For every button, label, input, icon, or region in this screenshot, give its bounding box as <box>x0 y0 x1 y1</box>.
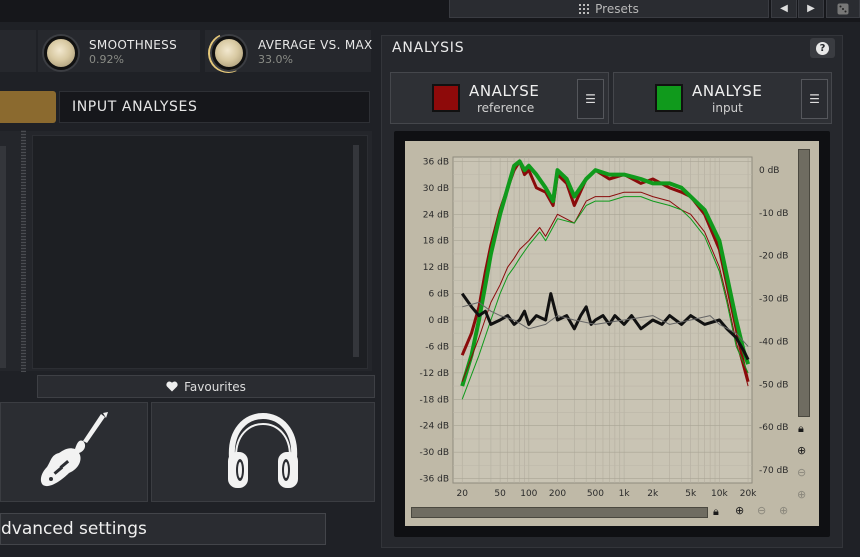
range-slider[interactable] <box>798 149 810 417</box>
menu-icon: ☰ <box>585 92 596 106</box>
smoothness-label: SMOOTHNESS <box>89 38 178 52</box>
average-vs-max-label: AVERAGE VS. MAX <box>258 38 373 52</box>
electric-guitar-icon <box>40 412 108 487</box>
zoom-reset-icon[interactable]: ⊕ <box>779 504 788 517</box>
presets-button[interactable]: Presets <box>449 0 769 18</box>
headphones-tile[interactable] <box>151 402 375 502</box>
input-analyses-list[interactable] <box>32 135 368 369</box>
y-tick-label-left: -18 dB <box>420 395 449 405</box>
zoom-reset-icon[interactable]: ⊕ <box>797 488 806 501</box>
x-tick-label: 1k <box>619 489 631 499</box>
y-tick-label-left: 18 dB <box>423 237 449 247</box>
average-vs-max-value: 33.0% <box>258 53 293 66</box>
y-tick-label-left: 6 dB <box>429 290 449 300</box>
x-tick-label: 20 <box>457 489 469 499</box>
analyse-input-title: ANALYSE <box>692 82 763 100</box>
smoothness-value: 0.92% <box>89 53 124 66</box>
zoom-in-icon[interactable]: ⊕ <box>797 444 806 457</box>
prev-preset-button[interactable]: ◀ <box>771 0 797 18</box>
y-tick-label-right: -20 dB <box>759 252 788 262</box>
input-color-swatch <box>655 84 683 112</box>
y-tick-label-left: 0 dB <box>429 316 449 326</box>
input-analyses-tab[interactable]: INPUT ANALYSES <box>59 91 370 123</box>
y-tick-label-left: -12 dB <box>420 369 449 379</box>
favourites-label: Favourites <box>184 379 246 394</box>
reference-color-swatch <box>432 84 460 112</box>
smoothness-knob[interactable] <box>44 36 78 70</box>
analyse-reference-sub: reference <box>477 101 535 115</box>
zoom-in-icon[interactable]: ⊕ <box>735 504 744 517</box>
analyse-reference-title: ANALYSE <box>469 82 540 100</box>
presets-grid-icon <box>579 3 590 14</box>
x-tick-label: 500 <box>587 489 604 499</box>
next-preset-button[interactable]: ▶ <box>798 0 824 18</box>
lock-icon[interactable]: 🔒︎ <box>798 422 804 436</box>
analysis-title: ANALYSIS <box>392 40 465 56</box>
y-tick-label-left: -30 dB <box>420 448 449 458</box>
y-tick-label-left: -24 dB <box>420 422 449 432</box>
guitar-tile[interactable] <box>0 402 148 502</box>
analyse-reference-button[interactable]: ANALYSE reference ☰ <box>390 72 609 124</box>
spectrum-chart[interactable]: 36 dB 30 dB 24 dB 18 dB 12 dB 6 dB 0 dB -6 dB -1… <box>405 141 819 526</box>
advanced-settings-button[interactable]: dvanced settings <box>0 513 326 545</box>
zoom-out-icon[interactable]: ⊖ <box>797 466 806 479</box>
average-vs-max-knob[interactable] <box>212 36 246 70</box>
headphones-icon <box>228 412 298 488</box>
menu-icon: ☰ <box>809 92 820 106</box>
y-tick-label-right: -10 dB <box>759 209 788 219</box>
chevron-left-icon: ◀ <box>780 3 788 14</box>
presets-label: Presets <box>595 1 639 16</box>
y-tick-label-left: 12 dB <box>423 263 449 273</box>
help-icon: ? <box>816 41 829 55</box>
chevron-right-icon: ▶ <box>807 3 815 14</box>
zoom-out-icon[interactable]: ⊖ <box>757 504 766 517</box>
heart-icon <box>166 381 178 392</box>
input-menu-button[interactable]: ☰ <box>801 79 828 119</box>
randomize-button[interactable] <box>826 0 860 18</box>
analyse-input-button[interactable]: ANALYSE input ☰ <box>613 72 832 124</box>
x-tick-label: 50 <box>494 489 506 499</box>
x-tick-label: 5k <box>685 489 697 499</box>
lock-icon[interactable]: 🔒︎ <box>713 505 719 519</box>
splitter-grip[interactable] <box>21 130 26 372</box>
input-analyses-label: INPUT ANALYSES <box>72 99 198 115</box>
active-tab[interactable] <box>0 91 56 123</box>
y-tick-label-right: -40 dB <box>759 337 788 347</box>
y-tick-label-left: 24 dB <box>423 210 449 220</box>
frequency-range-slider[interactable] <box>411 507 708 518</box>
y-tick-label-right: 0 dB <box>759 166 779 176</box>
y-tick-label-left: 36 dB <box>423 157 449 167</box>
x-tick-label: 10k <box>711 489 728 499</box>
favourites-button[interactable]: Favourites <box>37 375 375 398</box>
y-tick-label-right: -60 dB <box>759 423 788 433</box>
help-button[interactable]: ? <box>810 38 835 58</box>
y-tick-label-left: -6 dB <box>425 342 449 352</box>
y-tick-label-left: -36 dB <box>420 475 449 485</box>
list-scrollbar[interactable] <box>353 145 359 357</box>
y-tick-label-left: 30 dB <box>423 184 449 194</box>
knob-panel-left-edge <box>0 30 36 72</box>
reference-menu-button[interactable]: ☰ <box>577 79 604 119</box>
x-tick-label: 20k <box>740 489 757 499</box>
advanced-settings-label: dvanced settings <box>1 519 147 539</box>
y-tick-label-right: -30 dB <box>759 295 788 305</box>
dice-icon <box>837 3 849 14</box>
x-tick-label: 100 <box>520 489 537 499</box>
x-tick-label: 200 <box>549 489 566 499</box>
left-scrollbar[interactable] <box>0 146 6 368</box>
analyse-input-sub: input <box>712 101 743 115</box>
x-tick-label: 2k <box>647 489 659 499</box>
y-tick-label-right: -70 dB <box>759 466 788 476</box>
y-tick-label-right: -50 dB <box>759 380 788 390</box>
